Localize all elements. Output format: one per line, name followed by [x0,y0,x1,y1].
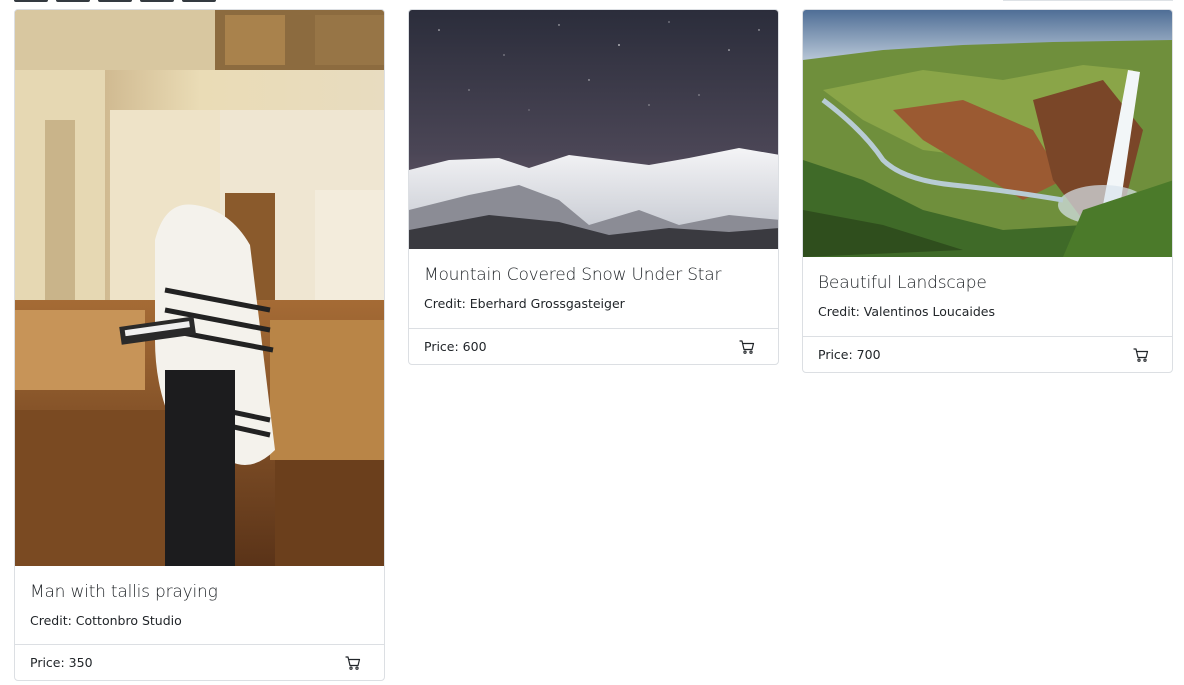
product-price: Price: 700 [818,347,881,362]
product-image[interactable] [15,10,384,566]
waterfall-canyon-landscape-photo [803,10,1172,257]
product-credit: Credit: Eberhard Grossgasteiger [424,296,625,311]
toolbar-button-remnant[interactable] [56,0,90,2]
product-card: Beautiful Landscape Credit: Valentinos L… [802,9,1173,373]
shopping-cart-icon[interactable] [344,654,362,672]
shopping-cart-icon[interactable] [1132,346,1150,364]
product-title: Beautiful Landscape [818,273,987,293]
product-price: Price: 350 [30,655,93,670]
product-card: Man with tallis praying Credit: Cottonbr… [14,9,385,681]
product-card: Mountain Covered Snow Under Star Credit:… [408,9,779,365]
toolbar-button-remnant[interactable] [98,0,132,2]
card-footer: Price: 350 [15,644,384,680]
product-price: Price: 600 [424,339,487,354]
shopping-cart-icon[interactable] [738,338,756,356]
top-right-divider [1003,0,1173,1]
card-footer: Price: 700 [803,336,1172,372]
product-title: Mountain Covered Snow Under Star [424,265,722,285]
toolbar-button-remnant[interactable] [140,0,174,2]
product-gallery-page: Man with tallis praying Credit: Cottonbr… [0,0,1184,685]
card-footer: Price: 600 [409,328,778,364]
product-credit: Credit: Cottonbro Studio [30,613,182,628]
toolbar-button-remnant[interactable] [14,0,48,2]
product-image[interactable] [803,10,1172,257]
product-title: Man with tallis praying [30,582,218,602]
synagogue-prayer-photo [15,10,384,566]
product-credit: Credit: Valentinos Loucaides [818,304,995,319]
toolbar-button-remnant[interactable] [182,0,216,2]
product-image[interactable] [409,10,778,249]
top-toolbar-remnant [14,0,216,3]
snowy-mountain-night-sky-photo [409,10,778,249]
